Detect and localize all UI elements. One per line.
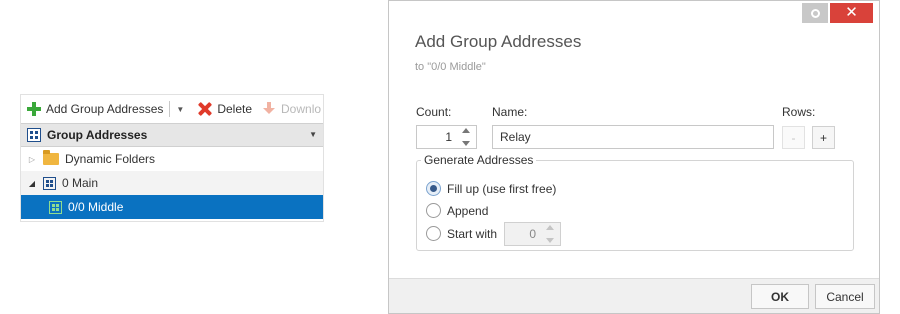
count-stepper[interactable]: 1 [416,125,477,149]
download-label: Downlo [281,102,322,116]
radio-start-with-label: Start with [447,226,498,241]
radio-unchecked-icon[interactable] [426,226,441,241]
group-addresses-panel: Add Group Addresses ▼ Delete Downlo Grou… [20,94,324,222]
radio-fill-up-label: Fill up (use first free) [447,181,557,196]
tree-item-middle-selected[interactable]: 0/0 Middle [21,195,323,219]
ok-button[interactable]: OK [751,284,809,309]
add-dropdown-arrow-icon[interactable]: ▼ [176,105,184,114]
collapse-arrow-icon[interactable]: ◢ [27,179,37,188]
dialog-title: Add Group Addresses [415,32,582,51]
tree-header-title: Group Addresses [47,128,148,142]
plus-icon: + [819,130,827,145]
generate-addresses-label: Generate Addresses [421,153,537,167]
start-with-value: 0 [529,227,536,241]
rows-minus-button[interactable]: - [782,126,805,149]
add-group-addresses-label: Add Group Addresses [46,102,164,116]
download-icon [262,102,276,116]
gear-icon [810,8,820,18]
middle-group-icon [49,200,62,214]
radio-fill-up[interactable]: Fill up (use first free) [426,181,556,196]
start-with-stepper[interactable]: 0 [504,222,561,246]
dialog-subtitle: to "0/0 Middle" [415,61,486,73]
expand-arrow-icon[interactable]: ▷ [27,155,37,164]
main-group-icon [43,176,56,190]
radio-append-label: Append [447,203,489,218]
plus-icon [27,102,41,116]
group-addresses-icon [27,128,41,142]
radio-append[interactable]: Append [426,203,488,218]
radio-unchecked-icon[interactable] [426,203,441,218]
tree-item-label: Dynamic Folders [65,152,156,166]
count-value: 1 [445,130,452,144]
cancel-button[interactable]: Cancel [815,284,875,309]
radio-start-with[interactable]: Start with [426,226,497,241]
name-label: Name: [492,105,528,119]
tree-header[interactable]: Group Addresses ▼ [21,123,323,147]
window-close-button[interactable]: ✕ [830,3,873,23]
count-spin-icon[interactable] [460,128,472,146]
toolbar-separator [169,101,171,117]
name-input[interactable]: Relay [492,125,774,149]
tree-item-label: 0 Main [62,176,99,190]
rows-plus-button[interactable]: + [812,126,835,149]
tree-item-label: 0/0 Middle [68,200,124,214]
count-label: Count: [416,105,452,119]
name-value: Relay [500,130,531,144]
add-group-addresses-dialog: ✕ Add Group Addresses to "0/0 Middle" Co… [388,0,880,314]
radio-checked-icon[interactable] [426,181,441,196]
delete-button[interactable]: Delete [198,99,252,119]
start-spin-icon[interactable] [544,225,556,243]
rows-label: Rows: [782,105,816,119]
tree-item-main[interactable]: ◢ 0 Main [21,171,323,195]
dialog-footer: OK Cancel [389,278,879,313]
toolbar: Add Group Addresses ▼ Delete Downlo [21,95,323,123]
download-button[interactable]: Downlo [262,99,321,119]
minus-icon: - [791,130,796,145]
header-dropdown-icon[interactable]: ▼ [309,130,317,139]
add-group-addresses-button[interactable]: Add Group Addresses [27,99,163,119]
delete-label: Delete [217,102,253,116]
close-icon: ✕ [845,4,858,21]
tree-item-dynamic-folders[interactable]: ▷ Dynamic Folders [21,147,323,171]
delete-icon [198,102,212,116]
window-settings-button[interactable] [802,3,828,23]
folder-icon [43,150,59,165]
